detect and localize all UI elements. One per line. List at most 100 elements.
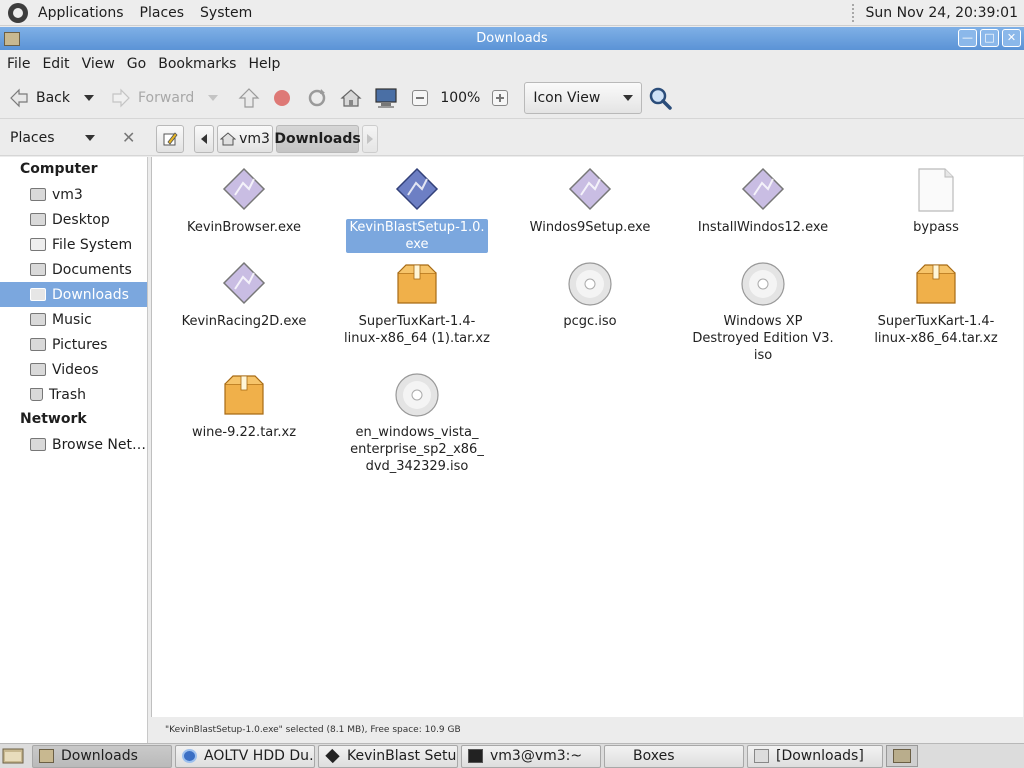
search-icon[interactable] [648, 86, 673, 110]
network-icon [30, 438, 46, 451]
sidebar-item-label: vm3 [52, 186, 83, 203]
file-item-windos9setup-exe[interactable]: Windos9Setup.exe [503, 165, 677, 236]
task-downloads-minimized[interactable]: [Downloads] [747, 744, 883, 768]
sidebar-item-label: File System [52, 236, 133, 253]
zoom-in-icon[interactable] [492, 89, 509, 106]
sidebar-heading-network: Network [20, 411, 87, 427]
system-menu[interactable]: System [192, 5, 260, 21]
path-scroll-left-button[interactable] [194, 125, 214, 153]
menu-help[interactable]: Help [242, 56, 286, 72]
forward-history-dropdown[interactable] [208, 94, 219, 101]
workspace-switcher[interactable] [886, 745, 918, 767]
menu-edit[interactable]: Edit [36, 56, 75, 72]
task-downloads[interactable]: Downloads [32, 744, 172, 768]
window-title: Downloads [476, 31, 548, 46]
file-item-installwindos12-exe[interactable]: InstallWindos12.exe [676, 165, 850, 236]
computer-icon[interactable] [374, 87, 398, 109]
file-item-kevinblastsetup-1-0-exe[interactable]: KevinBlastSetup-1.0. exe [330, 165, 504, 253]
back-history-dropdown[interactable] [84, 94, 94, 101]
file-item-wine-9-22-tar-xz[interactable]: wine-9.22.tar.xz [157, 370, 331, 441]
file-item-bypass[interactable]: bypass [849, 165, 1023, 236]
sidebar-item-pictures[interactable]: Pictures [0, 332, 147, 357]
sidebar-item-vm3[interactable]: vm3 [0, 182, 147, 207]
executable-icon [219, 259, 269, 309]
back-button[interactable]: Back [8, 82, 70, 114]
file-item-pcgc-iso[interactable]: pcgc.iso [503, 259, 677, 330]
crumb-vm3-label: vm3 [239, 131, 270, 147]
menu-view[interactable]: View [76, 56, 121, 72]
maximize-button[interactable]: □ [980, 29, 999, 47]
show-desktop-icon[interactable] [2, 747, 24, 765]
applications-menu[interactable]: Applications [30, 5, 132, 21]
window-menu-icon[interactable] [4, 31, 20, 46]
sidebar-item-documents[interactable]: Documents [0, 257, 147, 282]
sidebar-item-browse-network[interactable]: Browse Net… [0, 432, 147, 457]
task-label: Boxes [633, 748, 675, 764]
disc-image-icon [738, 259, 788, 309]
close-sidebar-icon[interactable]: ✕ [122, 128, 135, 147]
sidebar-heading-computer: Computer [20, 161, 98, 177]
sidebar-item-music[interactable]: Music [0, 307, 147, 332]
task-kevinblast-setup[interactable]: KevinBlast Setup [318, 744, 458, 768]
pencil-icon [163, 132, 178, 146]
stop-icon[interactable] [272, 88, 292, 108]
file-item-kevinracing2d-exe[interactable]: KevinRacing2D.exe [157, 259, 331, 330]
view-mode-select[interactable]: Icon View [524, 81, 643, 114]
location-bar: Places ✕ vm3 Downloads [0, 120, 1024, 156]
zoom-out-icon[interactable] [412, 89, 429, 106]
file-item-en-windows-vista-enterprise-sp2-x86-dvd-342329-iso[interactable]: en_windows_vista_ enterprise_sp2_x86_ dv… [330, 370, 504, 475]
music-folder-icon [30, 313, 46, 326]
panel-clock[interactable]: Sun Nov 24, 20:39:01 [866, 0, 1018, 26]
places-menu[interactable]: Places [132, 5, 193, 21]
file-icon-view[interactable]: KevinBrowser.exe KevinBlastSetup-1.0. exe… [151, 157, 1023, 717]
pictures-folder-icon [30, 338, 46, 351]
disc-image-icon [392, 370, 442, 420]
file-item-supertuxkart-1-4-linux-x86-64-1-tar-xz[interactable]: SuperTuxKart-1.4- linux-x86_64 (1).tar.x… [330, 259, 504, 347]
places-selector[interactable]: Places [10, 120, 140, 156]
archive-icon [219, 370, 269, 420]
task-label: KevinBlast Setup [347, 748, 458, 764]
sidebar-item-label: Documents [52, 261, 132, 278]
videos-folder-icon [30, 363, 46, 376]
sidebar-item-videos[interactable]: Videos [0, 357, 147, 382]
toggle-location-entry-button[interactable] [156, 125, 184, 153]
task-terminal[interactable]: vm3@vm3:~ [461, 744, 601, 768]
menu-go[interactable]: Go [121, 56, 152, 72]
sidebar-item-downloads[interactable]: Downloads [0, 282, 147, 307]
sidebar-item-label: Browse Net… [52, 436, 147, 453]
menu-file[interactable]: File [0, 56, 36, 72]
file-item-supertuxkart-1-4-linux-x86-64-tar-xz[interactable]: SuperTuxKart-1.4- linux-x86_64.tar.xz [849, 259, 1023, 347]
file-item-windows-xp-destroyed-edition-v3-iso[interactable]: Windows XP Destroyed Edition V3. iso [676, 259, 850, 364]
home-icon[interactable] [340, 87, 362, 109]
trash-icon [30, 388, 43, 401]
disc-image-icon [565, 259, 615, 309]
crumb-downloads[interactable]: Downloads [274, 125, 361, 153]
task-aoltv-hdd[interactable]: AOLTV HDD Du… [175, 744, 315, 768]
zoom-level[interactable]: 100% [440, 90, 480, 106]
sidebar-item-trash[interactable]: Trash [0, 382, 147, 407]
path-scroll-right-button[interactable] [362, 125, 378, 153]
places-sidebar: Computer vm3 Desktop File System Documen… [0, 157, 148, 744]
file-name-label: Windos9Setup.exe [529, 220, 651, 235]
file-item-kevinbrowser-exe[interactable]: KevinBrowser.exe [157, 165, 331, 236]
file-name-label: bypass [913, 220, 959, 235]
back-label: Back [36, 89, 70, 106]
task-boxes[interactable]: Boxes [604, 744, 744, 768]
file-name-label: KevinBrowser.exe [186, 220, 302, 235]
workspace-icon [893, 749, 911, 763]
file-name-label: InstallWindos12.exe [697, 220, 829, 235]
close-button[interactable]: ✕ [1002, 29, 1021, 47]
sidebar-item-desktop[interactable]: Desktop [0, 207, 147, 232]
minimize-button[interactable]: — [958, 29, 977, 47]
sidebar-item-label: Videos [52, 361, 99, 378]
forward-button[interactable]: Forward [110, 82, 194, 114]
reload-icon[interactable] [306, 87, 328, 109]
places-label: Places [10, 130, 55, 146]
distro-logo-icon[interactable] [8, 2, 28, 23]
window-titlebar[interactable]: Downloads — □ ✕ [0, 27, 1024, 50]
desktop-folder-icon [30, 213, 46, 226]
menu-bookmarks[interactable]: Bookmarks [152, 56, 242, 72]
crumb-vm3[interactable]: vm3 [217, 125, 273, 153]
sidebar-item-file-system[interactable]: File System [0, 232, 147, 257]
up-arrow-icon[interactable] [238, 87, 260, 109]
